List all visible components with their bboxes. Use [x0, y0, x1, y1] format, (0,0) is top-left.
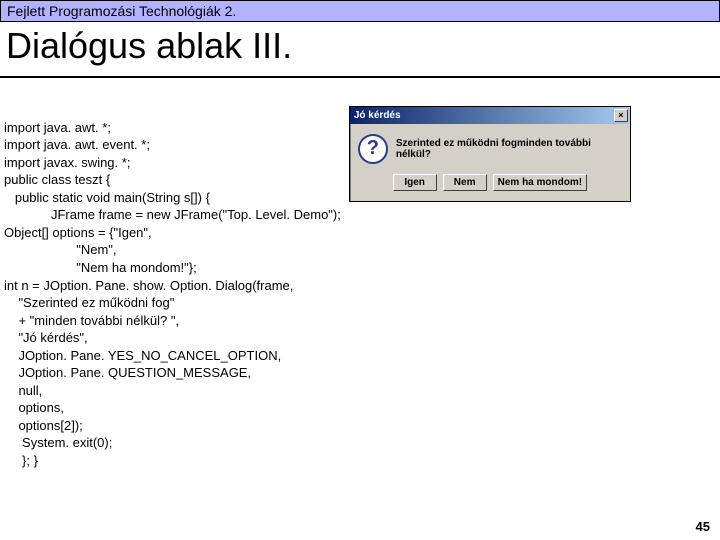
- dialog-screenshot: Jó kérdés × ? Szerinted ez működni fogmi…: [349, 106, 631, 202]
- dialog-message: Szerinted ez működni fogminden további n…: [396, 138, 622, 160]
- question-icon: ?: [358, 134, 388, 164]
- content-row: import java. awt. *; import java. awt. e…: [0, 106, 720, 483]
- cancel-button[interactable]: Nem ha mondom!: [493, 174, 587, 191]
- dialog-titlebar: Jó kérdés ×: [350, 107, 630, 124]
- dialog-body: ? Szerinted ez működni fogminden további…: [350, 124, 630, 170]
- yes-button[interactable]: Igen: [393, 174, 437, 191]
- code-listing: import java. awt. *; import java. awt. e…: [4, 119, 341, 470]
- no-button[interactable]: Nem: [443, 174, 487, 191]
- slide-header: Fejlett Programozási Technológiák 2.: [0, 0, 720, 22]
- windows-dialog: Jó kérdés × ? Szerinted ez működni fogmi…: [349, 106, 631, 202]
- slide-title: Dialógus ablak III.: [0, 22, 720, 78]
- dialog-title-text: Jó kérdés: [354, 110, 401, 121]
- page-number: 45: [696, 519, 710, 534]
- close-icon[interactable]: ×: [614, 109, 628, 122]
- dialog-button-row: Igen Nem Nem ha mondom!: [350, 170, 630, 201]
